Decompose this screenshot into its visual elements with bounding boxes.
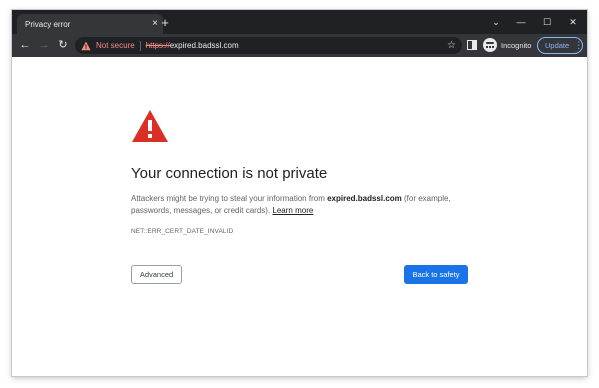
- back-arrow-icon[interactable]: ←: [17, 37, 33, 53]
- tab-privacy-error[interactable]: Privacy error ×: [17, 14, 163, 34]
- update-label: Update: [545, 41, 570, 50]
- warning-triangle-icon[interactable]: [81, 41, 91, 51]
- profile-label[interactable]: Incognito: [501, 41, 531, 50]
- reload-icon[interactable]: ↻: [55, 37, 71, 53]
- forward-arrow-icon[interactable]: →: [36, 37, 52, 53]
- warning-triangle-icon: [132, 110, 168, 142]
- window-close-icon[interactable]: ✕: [563, 14, 583, 30]
- tab-title: Privacy error: [25, 19, 71, 29]
- menu-dots-icon: ⋮: [574, 40, 584, 50]
- page-content: Your connection is not private Attackers…: [12, 57, 587, 376]
- side-panel-icon[interactable]: [467, 40, 477, 50]
- address-bar[interactable]: Not secure https:// expired.badssl.com ☆: [75, 37, 462, 54]
- url-scheme: https://: [145, 41, 170, 50]
- advanced-button[interactable]: Advanced: [131, 265, 182, 284]
- bookmark-star-icon[interactable]: ☆: [447, 39, 456, 52]
- url-host: expired.badssl.com: [169, 41, 239, 50]
- browser-window: Privacy error × + ⌄ — ☐ ✕ ← → ↻ Not secu…: [12, 10, 587, 376]
- chevron-down-icon[interactable]: ⌄: [486, 14, 506, 30]
- error-description: Attackers might be trying to steal your …: [131, 193, 471, 217]
- tab-strip: Privacy error × + ⌄ — ☐ ✕: [12, 10, 587, 34]
- page-title: Your connection is not private: [131, 165, 328, 182]
- description-host: expired.badssl.com: [327, 194, 402, 203]
- omnibox-divider: [139, 40, 141, 51]
- description-text: Attackers might be trying to steal your …: [131, 194, 328, 203]
- security-status-label[interactable]: Not secure: [96, 41, 135, 50]
- incognito-icon[interactable]: [483, 38, 497, 52]
- maximize-icon[interactable]: ☐: [537, 14, 557, 30]
- new-tab-icon[interactable]: +: [158, 16, 172, 30]
- toolbar: ← → ↻ Not secure https:// expired.badssl…: [12, 34, 587, 57]
- learn-more-link[interactable]: Learn more: [272, 206, 313, 215]
- update-button[interactable]: Update ⋮: [537, 37, 583, 54]
- minimize-icon[interactable]: —: [511, 14, 531, 30]
- back-to-safety-button[interactable]: Back to safety: [404, 265, 468, 284]
- error-code: NET::ERR_CERT_DATE_INVALID: [131, 228, 234, 235]
